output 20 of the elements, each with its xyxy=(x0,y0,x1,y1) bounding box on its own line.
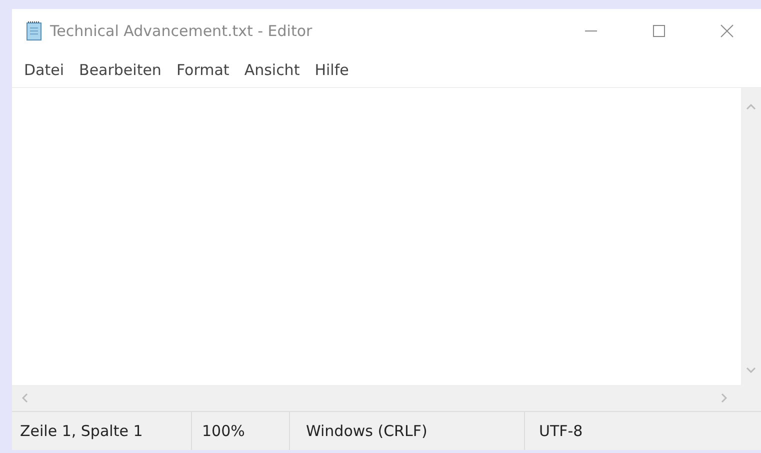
vertical-scrollbar[interactable] xyxy=(741,88,761,385)
horizontal-scrollbar[interactable] xyxy=(12,385,761,411)
status-text: UTF-8 xyxy=(538,421,583,442)
menu-item[interactable]: Format xyxy=(174,61,232,79)
status-text: Zeile 1, Spalte 1 xyxy=(12,412,192,450)
menu-item[interactable]: Datei xyxy=(22,61,66,79)
scroll-left-icon[interactable] xyxy=(22,393,28,403)
scroll-down-icon[interactable] xyxy=(746,367,756,373)
minimize-icon xyxy=(584,30,598,32)
menu-item[interactable]: Ansicht xyxy=(242,61,302,79)
scroll-right-icon[interactable] xyxy=(721,393,727,403)
scroll-up-icon[interactable] xyxy=(746,104,756,110)
menu-item[interactable]: Hilfe xyxy=(312,61,351,79)
window-title: Technical Advancement.txt - Editor xyxy=(50,22,312,40)
maximize-icon xyxy=(652,24,666,38)
notepad-icon xyxy=(26,21,42,41)
status-text: Windows (CRLF) xyxy=(290,412,525,450)
menu-item[interactable]: Bearbeiten xyxy=(77,61,164,79)
close-icon xyxy=(720,24,734,38)
status-text: 100% xyxy=(192,412,290,450)
